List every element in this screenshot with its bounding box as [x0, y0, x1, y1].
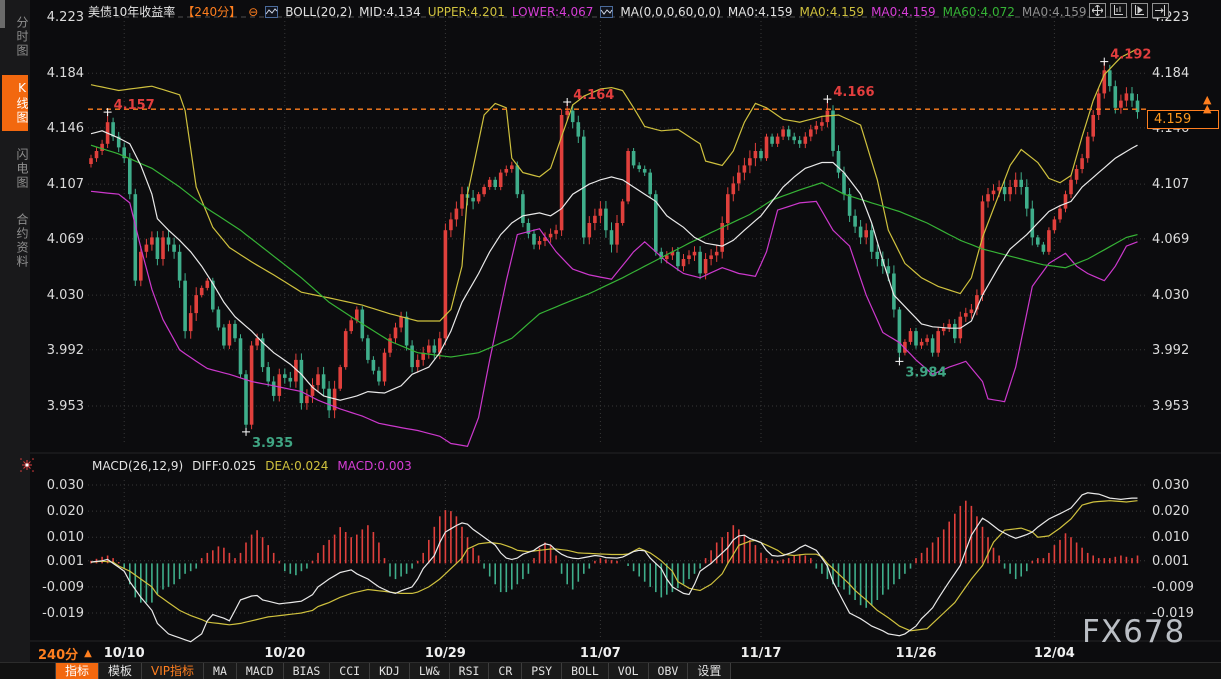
- macd-macd-value: MACD:0.003: [337, 459, 411, 473]
- y-axis-label-left: 4.146: [47, 121, 84, 136]
- y-axis-label-left: 3.992: [47, 343, 84, 358]
- y-axis-label-right: 4.069: [1152, 232, 1189, 247]
- chart-canvas[interactable]: 4.1574.1644.1664.1923.9353.9844.2234.223…: [0, 0, 1221, 679]
- toolbar-button-设置[interactable]: 设置: [688, 663, 731, 679]
- macd-axis-label-left: 0.020: [47, 504, 84, 519]
- macd-header: MACD(26,12,9) DIFF:0.025 DEA:0.024 MACD:…: [92, 459, 412, 473]
- macd-axis-label-right: -0.009: [1152, 580, 1194, 595]
- pan-icon[interactable]: [1089, 3, 1106, 18]
- x-axis-date-label: 11/17: [741, 646, 782, 661]
- price-up-arrow-icon: ▲▲: [1203, 95, 1211, 113]
- toolbar-button-MA[interactable]: MA: [204, 663, 237, 679]
- chart-tool-buttons: [1089, 3, 1169, 18]
- toolbar-button-VIP指标[interactable]: VIP指标: [142, 663, 204, 679]
- sidebar-tab-1[interactable]: K线图: [2, 75, 28, 131]
- indicator-toolbar: 指标模板VIP指标MAMACDBIASCCIKDJLW&RSICRPSYBOLL…: [0, 662, 1221, 679]
- macd-axis-label-left: 0.010: [47, 530, 84, 545]
- y-axis-label-left: 4.223: [47, 10, 84, 25]
- macd-axis-label-right: 0.030: [1152, 478, 1189, 493]
- macd-params: MACD(26,12,9): [92, 459, 183, 473]
- macd-axis-label-left: 0.001: [47, 554, 84, 569]
- x-axis-date-label: 12/04: [1034, 646, 1075, 661]
- boll-indicator-icon: [265, 6, 278, 18]
- y-axis-label-left: 4.030: [47, 288, 84, 303]
- fit-chart-icon[interactable]: [1110, 3, 1127, 18]
- boll-mid-value: MID:4.134: [359, 5, 421, 19]
- y-axis-label-right: 3.992: [1152, 343, 1189, 358]
- ma0-magenta-value: MA0:4.159: [871, 5, 936, 19]
- macd-axis-label-right: 0.010: [1152, 530, 1189, 545]
- alert-star-icon: [20, 457, 34, 476]
- toolbar-button-指标[interactable]: 指标: [55, 663, 99, 679]
- toolbar-button-CR[interactable]: CR: [489, 663, 522, 679]
- x-axis-date-label: 11/26: [896, 646, 937, 661]
- jump-to-latest-icon[interactable]: [1152, 3, 1169, 18]
- ma0-gray-value: MA0:4.159: [1022, 5, 1087, 19]
- macd-axis-label-right: 0.020: [1152, 504, 1189, 519]
- sidebar-tab-0[interactable]: 分时图: [2, 10, 28, 64]
- collapse-indicator-icon[interactable]: ⊖: [248, 5, 258, 19]
- x-axis-date-label: 10/29: [425, 646, 466, 661]
- macd-plot-area[interactable]: [88, 460, 1146, 640]
- instrument-title: 美债10年收益率: [88, 3, 175, 20]
- period-selector[interactable]: 240分 ▲: [38, 644, 92, 663]
- x-axis-date-label: 10/10: [104, 646, 145, 661]
- macd-axis-label-left: -0.009: [42, 580, 84, 595]
- ma-indicator-icon: [600, 6, 613, 18]
- sidebar-scrollbar[interactable]: [0, 0, 5, 28]
- toolbar-button-BOLL[interactable]: BOLL: [562, 663, 609, 679]
- ma0-yellow-value: MA0:4.159: [799, 5, 864, 19]
- toolbar-button-PSY[interactable]: PSY: [522, 663, 562, 679]
- sidebar: 分时图 K线图闪电图合约资料: [0, 0, 30, 662]
- trading-terminal: 4.1574.1644.1664.1923.9353.9844.2234.223…: [0, 0, 1221, 679]
- y-axis-label-left: 3.953: [47, 399, 84, 414]
- boll-lower-value: LOWER:4.067: [512, 5, 594, 19]
- macd-dea-value: DEA:0.024: [265, 459, 328, 473]
- toolbar-button-OBV[interactable]: OBV: [649, 663, 689, 679]
- macd-axis-label-left: -0.019: [42, 606, 84, 621]
- y-axis-label-left: 4.107: [47, 177, 84, 192]
- toolbar-button-RSI[interactable]: RSI: [450, 663, 490, 679]
- x-axis-date-label: 11/07: [580, 646, 621, 661]
- scroll-right-icon[interactable]: [1131, 3, 1148, 18]
- y-axis-label-right: 4.030: [1152, 288, 1189, 303]
- y-axis-label-left: 4.069: [47, 232, 84, 247]
- ma0-white-value: MA0:4.159: [728, 5, 793, 19]
- toolbar-button-模板[interactable]: 模板: [99, 663, 142, 679]
- toolbar-button-KDJ[interactable]: KDJ: [370, 663, 410, 679]
- macd-axis-label-left: 0.030: [47, 478, 84, 493]
- y-axis-label-right: 4.107: [1152, 177, 1189, 192]
- y-axis-label-left: 4.184: [47, 66, 84, 81]
- toolbar-button-MACD[interactable]: MACD: [237, 663, 284, 679]
- period-badge[interactable]: 【240分】: [182, 3, 241, 20]
- dropdown-arrow-icon: ▲: [84, 648, 92, 659]
- x-axis-date-label: 10/20: [264, 646, 305, 661]
- brand-watermark: FX678: [1082, 614, 1185, 650]
- sidebar-tab-2[interactable]: 闪电图: [2, 142, 28, 196]
- indicator-header: 美债10年收益率 【240分】 ⊖ BOLL(20,2) MID:4.134 U…: [88, 4, 1086, 19]
- macd-diff-value: DIFF:0.025: [192, 459, 256, 473]
- y-axis-label-right: 3.953: [1152, 399, 1189, 414]
- ma60-green-value: MA60:4.072: [943, 5, 1015, 19]
- sidebar-tab-3[interactable]: 合约资料: [2, 207, 28, 275]
- toolbar-button-LW&[interactable]: LW&: [410, 663, 450, 679]
- main-plot-area[interactable]: [88, 17, 1146, 445]
- y-axis-label-right: 4.184: [1152, 66, 1189, 81]
- toolbar-button-BIAS[interactable]: BIAS: [284, 663, 331, 679]
- macd-axis-label-right: 0.001: [1152, 554, 1189, 569]
- ma-label: MA(0,0,0,60,0,0): [620, 5, 720, 19]
- boll-label: BOLL(20,2): [285, 5, 352, 19]
- toolbar-button-VOL[interactable]: VOL: [609, 663, 649, 679]
- toolbar-button-CCI[interactable]: CCI: [330, 663, 370, 679]
- boll-upper-value: UPPER:4.201: [428, 5, 505, 19]
